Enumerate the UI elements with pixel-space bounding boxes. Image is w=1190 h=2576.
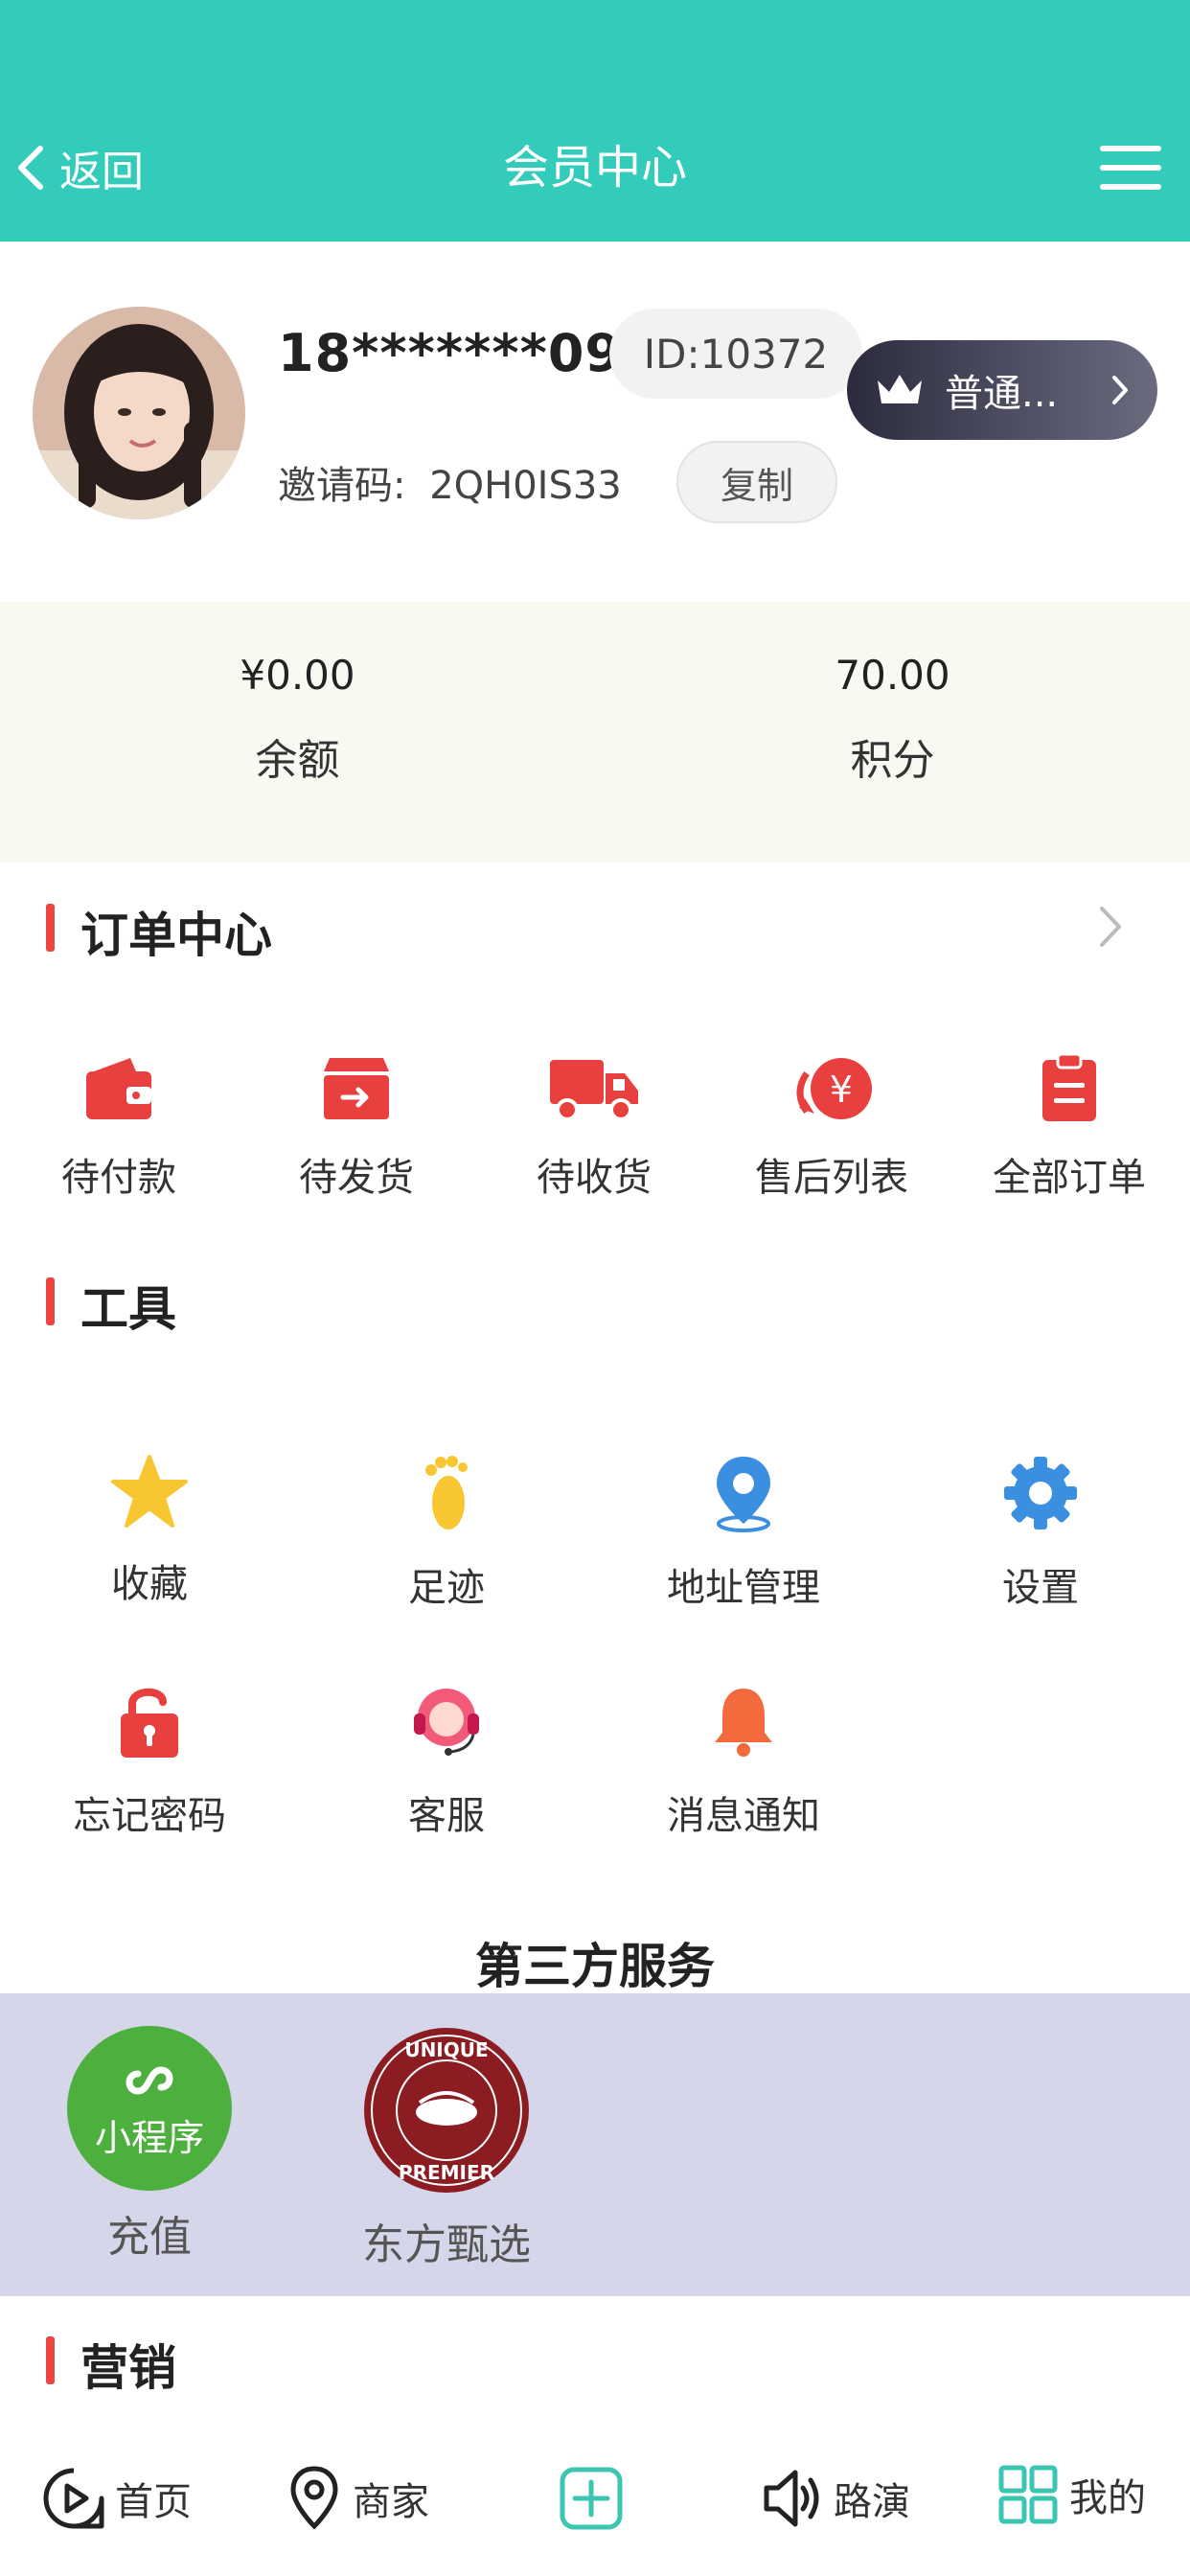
- order-item-label: 全部订单: [993, 1156, 1146, 1200]
- mini-program-badge: 小程序: [94, 2116, 204, 2159]
- nav-label: 商家: [353, 2480, 429, 2524]
- points-value: 70.00: [835, 652, 950, 699]
- third-party-label: 东方甄选: [362, 2220, 531, 2269]
- crown-icon: [878, 375, 922, 403]
- speaker-icon: [764, 2470, 819, 2527]
- star-icon: [111, 1455, 188, 1528]
- tool-customer-service[interactable]: 客服: [351, 1681, 542, 1840]
- third-party-recharge[interactable]: 小程序 充值: [54, 2026, 245, 2264]
- svg-text:¥: ¥: [830, 1069, 853, 1111]
- link-icon: [126, 2066, 173, 2094]
- mini-program-icon: 小程序: [67, 2026, 232, 2191]
- order-all[interactable]: 全部订单: [973, 1052, 1165, 1202]
- location-icon: [290, 2466, 338, 2530]
- svg-text:UNIQUE: UNIQUE: [404, 2038, 488, 2061]
- order-pending-receipt[interactable]: 待收货: [498, 1054, 690, 1202]
- nav-mine[interactable]: 我的: [998, 2465, 1146, 2524]
- page-title: 会员中心: [502, 141, 687, 195]
- location-pin-icon: [717, 1457, 770, 1532]
- order-item-label: 待发货: [299, 1156, 414, 1200]
- tool-label: 足迹: [408, 1566, 485, 1610]
- avatar-image: [33, 307, 245, 519]
- tools-title: 工具: [80, 1281, 176, 1337]
- svg-text:PREMIER: PREMIER: [399, 2161, 494, 2184]
- nav-label: 路演: [834, 2480, 910, 2524]
- tool-address-management[interactable]: 地址管理: [648, 1453, 839, 1612]
- tool-forgot-password[interactable]: 忘记密码: [54, 1681, 245, 1840]
- order-item-label: 待收货: [537, 1156, 652, 1200]
- grid-icon: [998, 2465, 1058, 2524]
- order-pending-shipment[interactable]: 待发货: [261, 1054, 452, 1202]
- balance-value: ¥0.00: [240, 652, 355, 699]
- tool-label: 忘记密码: [73, 1794, 226, 1838]
- top-header: [0, 0, 1190, 242]
- member-id-badge: ID:10372: [609, 309, 862, 399]
- order-after-sales[interactable]: ¥ 售后列表: [736, 1054, 927, 1202]
- invite-code-label: 邀请码:: [278, 464, 406, 508]
- tool-settings[interactable]: 设置: [945, 1453, 1136, 1612]
- member-level-button[interactable]: 普通...: [847, 340, 1157, 440]
- chevron-right-icon[interactable]: [1096, 903, 1125, 951]
- section-marker: [46, 2336, 55, 2384]
- nav-home[interactable]: 首页: [40, 2465, 192, 2532]
- balance-stat[interactable]: ¥0.00 余额: [0, 602, 595, 787]
- footprint-icon: [425, 1456, 468, 1530]
- phone-number: 18*******09: [278, 323, 622, 383]
- bell-icon: [715, 1689, 772, 1757]
- order-center-title: 订单中心: [80, 908, 272, 963]
- bottom-nav: 首页 商家 路演 我的: [0, 2434, 1190, 2576]
- gear-icon: [1004, 1457, 1077, 1530]
- third-party-label: 充值: [107, 2213, 192, 2262]
- order-pending-payment[interactable]: 待付款: [23, 1054, 215, 1202]
- member-level-label: 普通...: [945, 372, 1059, 416]
- tool-label: 消息通知: [667, 1794, 820, 1838]
- order-item-label: 待付款: [61, 1156, 176, 1200]
- wallet-icon: [86, 1058, 151, 1119]
- hamburger-menu-icon[interactable]: [1098, 142, 1163, 194]
- third-party-dongfang[interactable]: UNIQUE PREMIER 东方甄选: [351, 2026, 542, 2271]
- clipboard-icon: [1042, 1052, 1096, 1121]
- add-icon: [560, 2467, 623, 2530]
- stats-panel: ¥0.00 余额 70.00 积分: [0, 602, 1190, 862]
- nav-label: 首页: [115, 2480, 192, 2524]
- customer-service-icon: [414, 1689, 479, 1756]
- marketing-title: 营销: [80, 2340, 176, 2396]
- section-marker: [46, 1277, 55, 1325]
- tool-label: 地址管理: [667, 1566, 820, 1610]
- tool-label: 收藏: [111, 1562, 188, 1606]
- points-label: 积分: [850, 736, 935, 785]
- tool-footprints[interactable]: 足迹: [351, 1453, 542, 1612]
- invite-code-value: 2QH0IS33: [429, 464, 622, 508]
- section-marker: [46, 904, 55, 952]
- nav-roadshow[interactable]: 路演: [761, 2465, 910, 2532]
- unlock-icon: [121, 1688, 178, 1758]
- avatar[interactable]: [33, 307, 245, 519]
- order-item-label: 售后列表: [755, 1156, 908, 1200]
- home-icon: [43, 2468, 104, 2529]
- tool-notifications[interactable]: 消息通知: [648, 1681, 839, 1840]
- unique-premier-logo: UNIQUE PREMIER: [364, 2028, 529, 2193]
- truck-icon: [550, 1060, 638, 1121]
- tool-favorites[interactable]: 收藏: [54, 1453, 245, 1608]
- box-icon: [324, 1058, 389, 1119]
- nav-merchants[interactable]: 商家: [286, 2465, 429, 2532]
- tool-label: 设置: [1002, 1566, 1079, 1610]
- copy-button[interactable]: 复制: [676, 441, 837, 523]
- invite-code-row: 邀请码: 2QH0IS33: [278, 454, 622, 510]
- tool-label: 客服: [408, 1794, 485, 1838]
- chevron-right-icon: [1112, 376, 1128, 404]
- points-stat[interactable]: 70.00 积分: [595, 602, 1190, 787]
- refund-icon: ¥: [796, 1058, 872, 1119]
- third-party-title: 第三方服务: [475, 1939, 715, 1994]
- balance-label: 余额: [255, 736, 340, 785]
- nav-add[interactable]: [558, 2465, 625, 2532]
- nav-label: 我的: [1069, 2476, 1146, 2520]
